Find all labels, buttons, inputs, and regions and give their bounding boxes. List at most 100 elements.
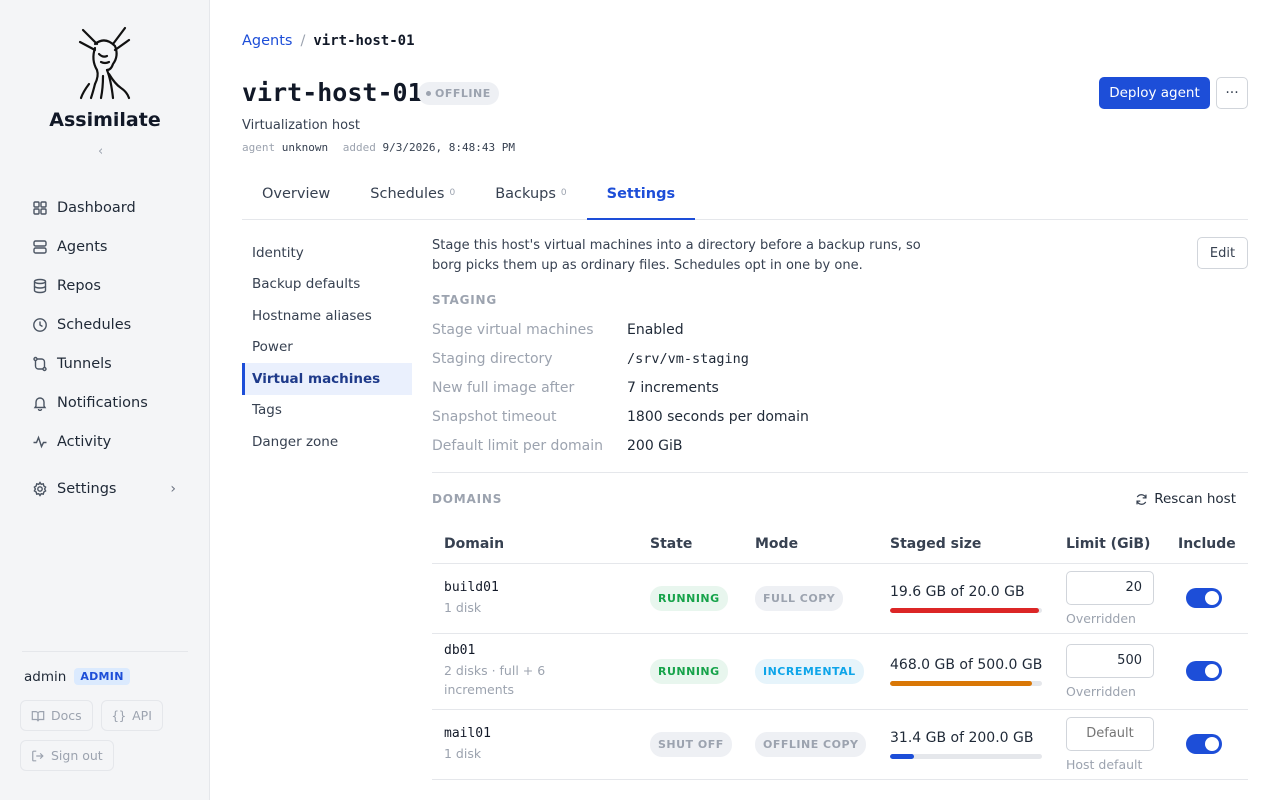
sidebar-item-label: Dashboard xyxy=(57,199,136,216)
limit-note: Host default xyxy=(1066,756,1143,772)
sidebar-links: Docs {} API xyxy=(20,700,163,731)
sidebar-item-activity[interactable]: Activity xyxy=(22,422,190,461)
subnav-danger-zone[interactable]: Danger zone xyxy=(242,426,412,458)
tab-count: 0 xyxy=(560,188,567,198)
limit-input[interactable] xyxy=(1066,643,1154,678)
setting-key: New full image after xyxy=(432,379,575,396)
activity-icon xyxy=(33,434,47,448)
tab-label: Schedules xyxy=(370,186,445,202)
user-info: admin ADMIN xyxy=(24,668,130,685)
tab-backups[interactable]: Backups 0 xyxy=(475,173,586,220)
docs-label: Docs xyxy=(51,708,82,723)
book-icon xyxy=(31,710,45,721)
breadcrumb-separator: / xyxy=(300,33,306,49)
tab-settings[interactable]: Settings xyxy=(586,173,696,220)
state-cell: SHUT OFF xyxy=(638,709,743,780)
sidebar-item-notifications[interactable]: Notifications xyxy=(22,383,190,422)
mode-badge: INCREMENTAL xyxy=(755,658,864,684)
setting-key: Stage virtual machines xyxy=(432,321,594,338)
sidebar-item-agents[interactable]: Agents xyxy=(22,227,190,266)
gear-icon xyxy=(33,480,47,497)
rescan-host-button[interactable]: Rescan host xyxy=(1135,491,1236,507)
limit-note: Overridden xyxy=(1066,610,1136,626)
tab-label: Overview xyxy=(262,186,331,202)
domain-name: db01 xyxy=(444,643,476,658)
include-toggle[interactable] xyxy=(1186,661,1222,681)
setting-value: 7 increments xyxy=(627,379,719,396)
collapse-sidebar-button[interactable]: ‹ xyxy=(98,144,103,159)
column-header: Mode xyxy=(743,525,878,564)
deploy-agent-button[interactable]: Deploy agent xyxy=(1099,77,1210,109)
sidebar-item-repos[interactable]: Repos xyxy=(22,266,190,305)
agent-value: unknown xyxy=(281,141,329,154)
docs-button[interactable]: Docs xyxy=(20,700,93,731)
subnav-backup-defaults[interactable]: Backup defaults xyxy=(242,269,412,301)
sidebar-item-label: Repos xyxy=(57,277,101,294)
tab-label: Settings xyxy=(606,186,676,202)
state-badge: RUNNING xyxy=(650,658,728,684)
limit-cell: Overridden xyxy=(1054,563,1166,634)
tab-bar: Overview Schedules 0 Backups 0 Settings xyxy=(242,173,1248,220)
subnav-hostname-aliases[interactable]: Hostname aliases xyxy=(242,300,412,332)
state-cell: RUNNING xyxy=(638,633,743,710)
sign-out-button[interactable]: Sign out xyxy=(20,740,114,771)
bell-icon xyxy=(33,396,47,411)
limit-input[interactable] xyxy=(1066,570,1154,605)
limit-input[interactable] xyxy=(1066,716,1154,751)
subnav-virtual-machines[interactable]: Virtual machines xyxy=(242,363,412,395)
subnav-power[interactable]: Power xyxy=(242,332,412,364)
brand-name: Assimilate xyxy=(49,109,161,131)
edit-button[interactable]: Edit xyxy=(1197,237,1248,269)
include-toggle[interactable] xyxy=(1186,588,1222,608)
mode-badge: OFFLINE COPY xyxy=(755,731,867,757)
breadcrumb-agents-link[interactable]: Agents xyxy=(242,33,292,49)
tab-schedules[interactable]: Schedules 0 xyxy=(350,173,475,220)
subnav-identity[interactable]: Identity xyxy=(242,237,412,269)
tab-label: Backups xyxy=(495,186,556,202)
more-options-button[interactable]: ··· xyxy=(1216,77,1248,109)
size-cell: 19.6 GB of 20.0 GB xyxy=(878,563,1054,634)
added-key: added xyxy=(342,141,376,154)
sidebar-item-dashboard[interactable]: Dashboard xyxy=(22,188,190,227)
staging-row: New full image after 7 increments xyxy=(432,373,1248,402)
chevron-right-icon: › xyxy=(170,480,176,497)
status-label: OFFLINE xyxy=(435,87,491,100)
sidebar-item-label: Notifications xyxy=(57,394,148,411)
sign-out-icon xyxy=(32,750,44,761)
virtual-machines-panel: Stage this host's virtual machines into … xyxy=(432,236,1248,780)
size-progress-bar xyxy=(890,680,1042,686)
staging-settings: Stage virtual machines Enabled Staging d… xyxy=(432,315,1248,460)
sidebar-item-schedules[interactable]: Schedules xyxy=(22,305,190,344)
status-dot-icon xyxy=(426,91,431,96)
domain-name: mail01 xyxy=(444,725,491,741)
sidebar-item-settings[interactable]: Settings › xyxy=(22,469,190,508)
more-icon: ··· xyxy=(1225,85,1239,101)
tab-count: 0 xyxy=(449,188,456,198)
refresh-icon xyxy=(1136,493,1147,505)
column-header: Include xyxy=(1166,525,1248,564)
database-icon xyxy=(33,278,47,293)
dashboard-icon xyxy=(33,200,47,215)
section-description: Stage this host's virtual machines into … xyxy=(432,238,921,273)
sidebar-item-label: Schedules xyxy=(57,316,132,333)
sidebar-item-tunnels[interactable]: Tunnels xyxy=(22,344,190,383)
tab-overview[interactable]: Overview xyxy=(242,173,350,220)
sidebar-item-label: Tunnels xyxy=(57,355,112,372)
sidebar-item-label: Settings xyxy=(57,480,117,497)
domain-details: 2 disks · full + 6 increments xyxy=(444,663,546,697)
size-progress-bar xyxy=(890,753,1042,759)
staging-heading: STAGING xyxy=(432,293,497,307)
staging-row: Default limit per domain 200 GiB xyxy=(432,431,1248,460)
agent-meta: agent unknown added 9/3/2026, 8:48:43 PM xyxy=(242,141,515,154)
table-row: db01 2 disks · full + 6 increments RUNNI… xyxy=(432,633,1248,710)
subnav-tags[interactable]: Tags xyxy=(242,395,412,427)
size-cell: 468.0 GB of 500.0 GB xyxy=(878,633,1054,710)
rescan-label: Rescan host xyxy=(1154,491,1236,507)
include-toggle[interactable] xyxy=(1186,734,1222,754)
include-cell xyxy=(1166,563,1248,634)
api-button[interactable]: {} API xyxy=(100,700,163,731)
mode-cell: FULL COPY xyxy=(743,563,878,634)
staged-size: 31.4 GB of 200.0 GB xyxy=(890,729,1034,746)
domain-details: 1 disk xyxy=(444,599,482,615)
mode-cell: OFFLINE COPY xyxy=(743,709,878,780)
